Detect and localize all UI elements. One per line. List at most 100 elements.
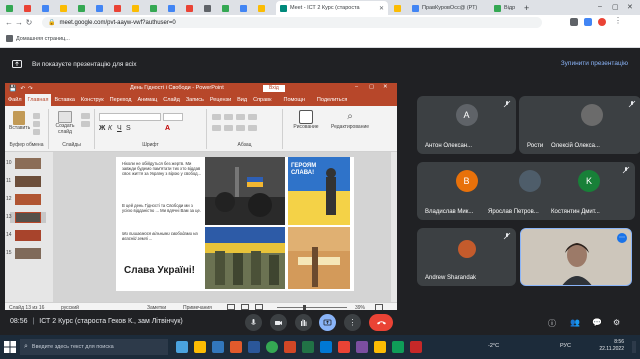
redo-icon[interactable]: ↷ xyxy=(28,86,33,92)
file-explorer-icon[interactable] xyxy=(194,341,206,353)
align-left-icon[interactable] xyxy=(212,125,221,131)
browser-tab[interactable]: ПравКуровОсс@ (РТ) xyxy=(408,1,488,15)
browser-tab[interactable] xyxy=(164,1,182,15)
info-icon[interactable]: ⓘ xyxy=(548,318,556,329)
browser-tab[interactable] xyxy=(390,1,408,15)
browser-tab[interactable] xyxy=(146,1,164,15)
slide-thumbnail-selected[interactable]: 13 xyxy=(6,212,46,223)
reload-icon[interactable]: ↻ xyxy=(24,17,34,29)
decrease-indent-icon[interactable] xyxy=(236,114,245,120)
ribbon-tab-assistant[interactable]: Помощн xyxy=(281,94,308,106)
justify-icon[interactable] xyxy=(248,125,257,131)
align-right-icon[interactable] xyxy=(236,125,245,131)
app-icon[interactable] xyxy=(338,341,350,353)
browser-tab[interactable] xyxy=(110,1,128,15)
align-center-icon[interactable] xyxy=(224,125,233,131)
ribbon-tab-slideshow[interactable]: Слайд xyxy=(160,94,183,106)
format-painter-icon[interactable] xyxy=(33,129,40,135)
ribbon-tab-help[interactable]: Справк xyxy=(250,94,274,106)
app-icon[interactable] xyxy=(230,341,242,353)
powerpoint-icon[interactable] xyxy=(284,341,296,353)
layout-icon[interactable] xyxy=(81,113,90,119)
raise-hand-button[interactable] xyxy=(295,314,312,331)
self-view-tile[interactable]: ⋯ xyxy=(520,228,632,286)
extension-icon[interactable] xyxy=(570,18,578,26)
more-options-button[interactable]: ⋮ xyxy=(344,314,361,331)
leave-call-button[interactable] xyxy=(369,314,393,331)
close-window-icon[interactable]: ✕ xyxy=(627,3,633,11)
profile-avatar[interactable] xyxy=(598,18,606,26)
excel-icon[interactable] xyxy=(302,341,314,353)
browser-tab[interactable] xyxy=(74,1,92,15)
browser-tab[interactable] xyxy=(38,1,56,15)
people-icon[interactable]: 👥 xyxy=(570,318,580,327)
editing-button[interactable]: ⌕ Редактирование xyxy=(325,110,375,130)
camera-button[interactable] xyxy=(270,314,287,331)
extension-icon[interactable] xyxy=(584,18,592,26)
present-button[interactable] xyxy=(319,314,336,331)
back-icon[interactable]: ← xyxy=(4,17,14,29)
weather-temp[interactable]: -2°C xyxy=(488,343,499,349)
drawing-button[interactable]: Рисование xyxy=(287,110,325,130)
slide-thumbnail[interactable]: 12 xyxy=(6,194,46,205)
current-slide[interactable]: Ніколи не обійдуться без жертв. Ми завжд… xyxy=(116,157,354,291)
italic-icon[interactable]: К xyxy=(108,125,112,132)
ribbon-tab-view[interactable]: Вид xyxy=(234,94,250,106)
app-icon[interactable] xyxy=(212,341,224,353)
font-size-select[interactable] xyxy=(163,113,183,121)
ribbon-tab-insert[interactable]: Вставка xyxy=(51,94,77,106)
input-language[interactable]: РУС xyxy=(560,343,571,349)
chat-icon[interactable]: 💬 xyxy=(592,318,602,327)
app-icon[interactable] xyxy=(410,341,422,353)
browser-tab[interactable] xyxy=(182,1,200,15)
browser-tab[interactable] xyxy=(20,1,38,15)
new-slide-button[interactable]: Создать слайд xyxy=(53,111,77,135)
participant-tile[interactable]: Олексій Олекса... xyxy=(543,96,640,154)
font-color-icon[interactable]: A xyxy=(165,125,170,132)
close-icon[interactable]: ✕ xyxy=(379,5,384,12)
ribbon-tab-animations[interactable]: Анимац xyxy=(135,94,161,106)
minimize-icon[interactable]: – xyxy=(355,84,358,90)
save-icon[interactable]: 💾 xyxy=(9,85,16,92)
app-icon[interactable] xyxy=(374,341,386,353)
participant-tile[interactable]: Andrew Sharandak xyxy=(417,228,516,286)
browser-tab[interactable] xyxy=(56,1,74,15)
close-icon[interactable]: ✕ xyxy=(383,84,388,90)
sign-in-button[interactable]: Вхід xyxy=(263,85,285,92)
browser-tab[interactable] xyxy=(128,1,146,15)
browser-tab[interactable] xyxy=(2,1,20,15)
ribbon-tab-transitions[interactable]: Переход xyxy=(107,94,135,106)
slide-thumbnail[interactable]: 14 xyxy=(6,230,46,241)
new-tab-button[interactable]: + xyxy=(520,1,534,15)
bold-icon[interactable]: Ж xyxy=(99,125,105,132)
browser-tab[interactable]: Відр xyxy=(490,1,518,15)
word-icon[interactable] xyxy=(248,341,260,353)
mic-button[interactable] xyxy=(245,314,262,331)
bullets-icon[interactable] xyxy=(212,114,221,120)
task-view-icon[interactable] xyxy=(176,341,188,353)
taskbar-search[interactable]: ⌕ Введите здесь текст для поиска xyxy=(20,339,168,355)
minimize-icon[interactable]: – xyxy=(598,3,602,10)
app-icon[interactable] xyxy=(320,341,332,353)
ribbon-tab-share[interactable]: Поделиться xyxy=(314,94,350,106)
browser-tab[interactable] xyxy=(218,1,236,15)
vertical-scrollbar[interactable] xyxy=(391,152,397,302)
browser-tab[interactable] xyxy=(92,1,110,15)
increase-indent-icon[interactable] xyxy=(248,114,257,120)
slide-thumbnail[interactable]: 15 xyxy=(6,248,46,259)
ribbon-tab-file[interactable]: Файл xyxy=(5,94,25,106)
show-desktop-button[interactable] xyxy=(632,341,636,353)
cut-icon[interactable] xyxy=(33,113,40,119)
numbering-icon[interactable] xyxy=(224,114,233,120)
browser-tab[interactable] xyxy=(236,1,254,15)
strikethrough-icon[interactable]: S xyxy=(126,125,131,132)
participant-tile[interactable]: A Антон Олексан... xyxy=(417,96,516,154)
browser-tab[interactable] xyxy=(254,1,272,15)
ribbon-tab-design[interactable]: Конструк xyxy=(78,94,107,106)
slide-thumbnail[interactable]: 10 xyxy=(6,158,46,169)
forward-icon[interactable]: → xyxy=(14,17,24,29)
underline-icon[interactable]: Ч xyxy=(117,125,122,132)
app-icon[interactable] xyxy=(392,341,404,353)
ribbon-tab-record[interactable]: Запись xyxy=(183,94,207,106)
reset-icon[interactable] xyxy=(81,121,90,127)
